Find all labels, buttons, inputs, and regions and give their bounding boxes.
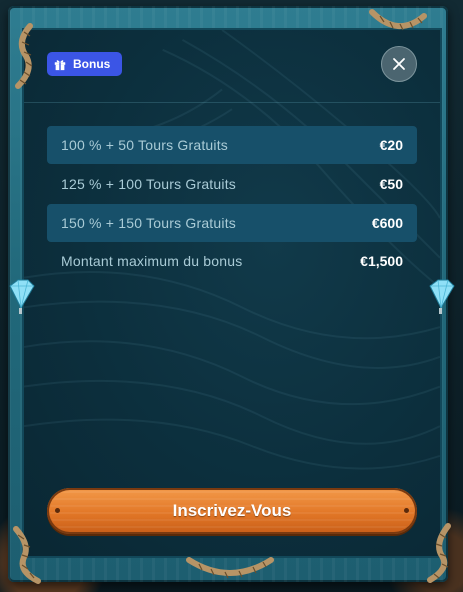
diamond-right-decoration [429,279,455,314]
bonus-modal-panel [22,28,442,558]
bonus-row: 150 % + 150 Tours Gratuits €600 [47,204,417,242]
register-button[interactable]: Inscrivez-Vous [47,488,417,534]
rope-top-left-decoration [15,23,33,89]
bonus-row-label: 125 % + 100 Tours Gratuits [61,176,236,192]
bonus-row-label: 100 % + 50 Tours Gratuits [61,137,228,153]
close-button[interactable] [381,46,417,82]
header-divider [24,102,440,103]
bonus-badge: Bonus [47,52,122,76]
bonus-row: Montant maximum du bonus €1,500 [47,242,417,280]
close-icon [393,58,405,70]
rope-bottom-right-decoration [427,523,451,583]
bonus-row: 125 % + 100 Tours Gratuits €50 [47,165,417,203]
wave-pattern-decoration [24,30,440,470]
rope-bottom-center-decoration [186,557,274,579]
bonus-row-label: Montant maximum du bonus [61,253,243,269]
nail-decoration [55,508,60,513]
register-button-label: Inscrivez-Vous [172,501,292,520]
gift-icon [54,60,66,71]
bonus-row-value: €600 [371,215,403,231]
bonus-row: 100 % + 50 Tours Gratuits €20 [47,126,417,164]
bonus-row-label: 150 % + 150 Tours Gratuits [61,215,236,231]
diamond-left-decoration [9,279,35,314]
bonus-row-value: €20 [379,137,403,153]
rope-top-right-decoration [369,9,427,31]
bonus-row-value: €1,500 [360,253,403,269]
rope-bottom-left-decoration [13,526,41,584]
bonus-row-value: €50 [379,176,403,192]
bonus-badge-label: Bonus [73,57,111,71]
nail-decoration [404,508,409,513]
